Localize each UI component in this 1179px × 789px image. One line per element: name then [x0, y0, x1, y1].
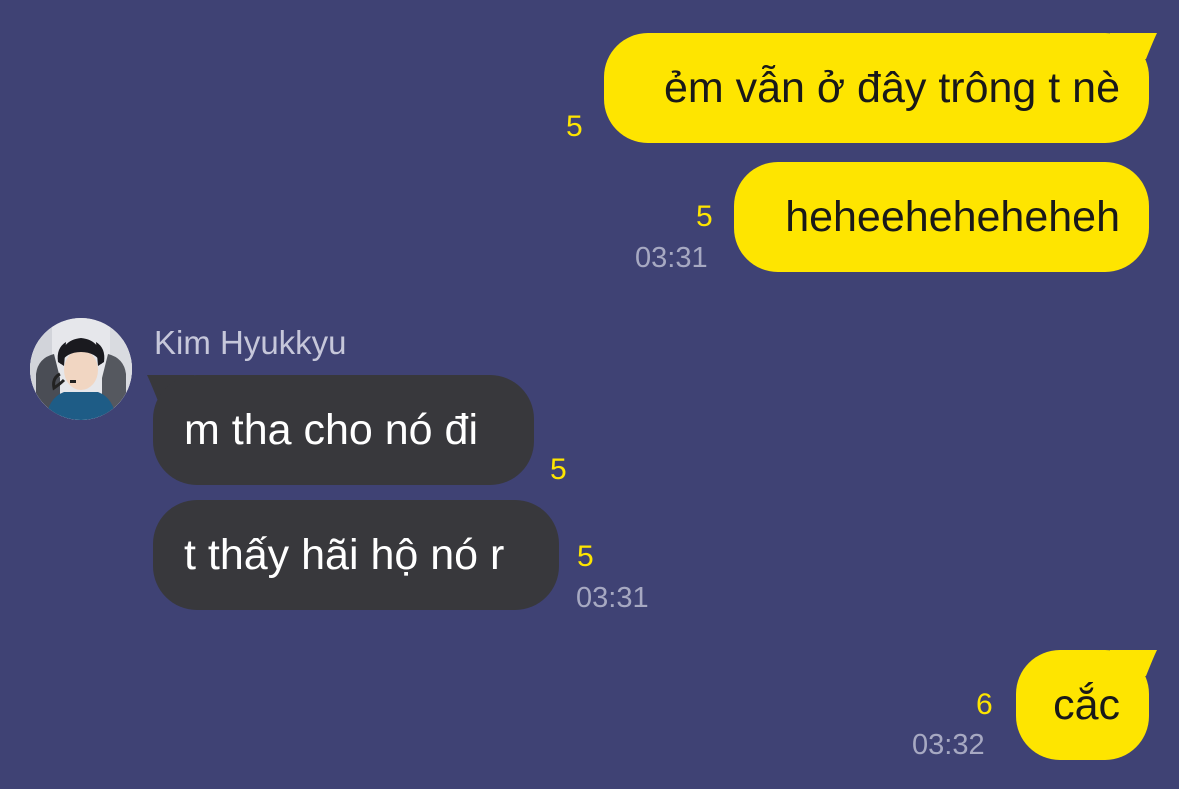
message-timestamp: 03:31 — [576, 582, 649, 614]
chat-room: ẻm vẫn ở đây trông t nè 5 heheeheheheheh… — [0, 0, 1179, 789]
profile-photo-icon — [30, 318, 132, 420]
message-timestamp: 03:32 — [912, 729, 985, 761]
unread-count: 5 — [550, 453, 567, 486]
unread-count: 5 — [566, 110, 583, 143]
bubble-tail-icon — [1110, 650, 1157, 676]
message-timestamp: 03:31 — [635, 242, 708, 274]
unread-count: 6 — [976, 688, 993, 721]
outgoing-message-bubble[interactable]: heheeheheheheh — [734, 162, 1149, 272]
incoming-message-bubble[interactable]: t thấy hãi hộ nó r — [153, 500, 559, 610]
unread-count: 5 — [696, 200, 713, 233]
outgoing-message-bubble[interactable]: ẻm vẫn ở đây trông t nè — [604, 33, 1149, 143]
incoming-message-bubble[interactable]: m tha cho nó đi — [153, 375, 534, 485]
sender-name: Kim Hyukkyu — [154, 324, 347, 361]
unread-count: 5 — [577, 540, 594, 573]
sender-avatar[interactable] — [30, 318, 132, 420]
bubble-tail-icon — [1110, 33, 1157, 59]
